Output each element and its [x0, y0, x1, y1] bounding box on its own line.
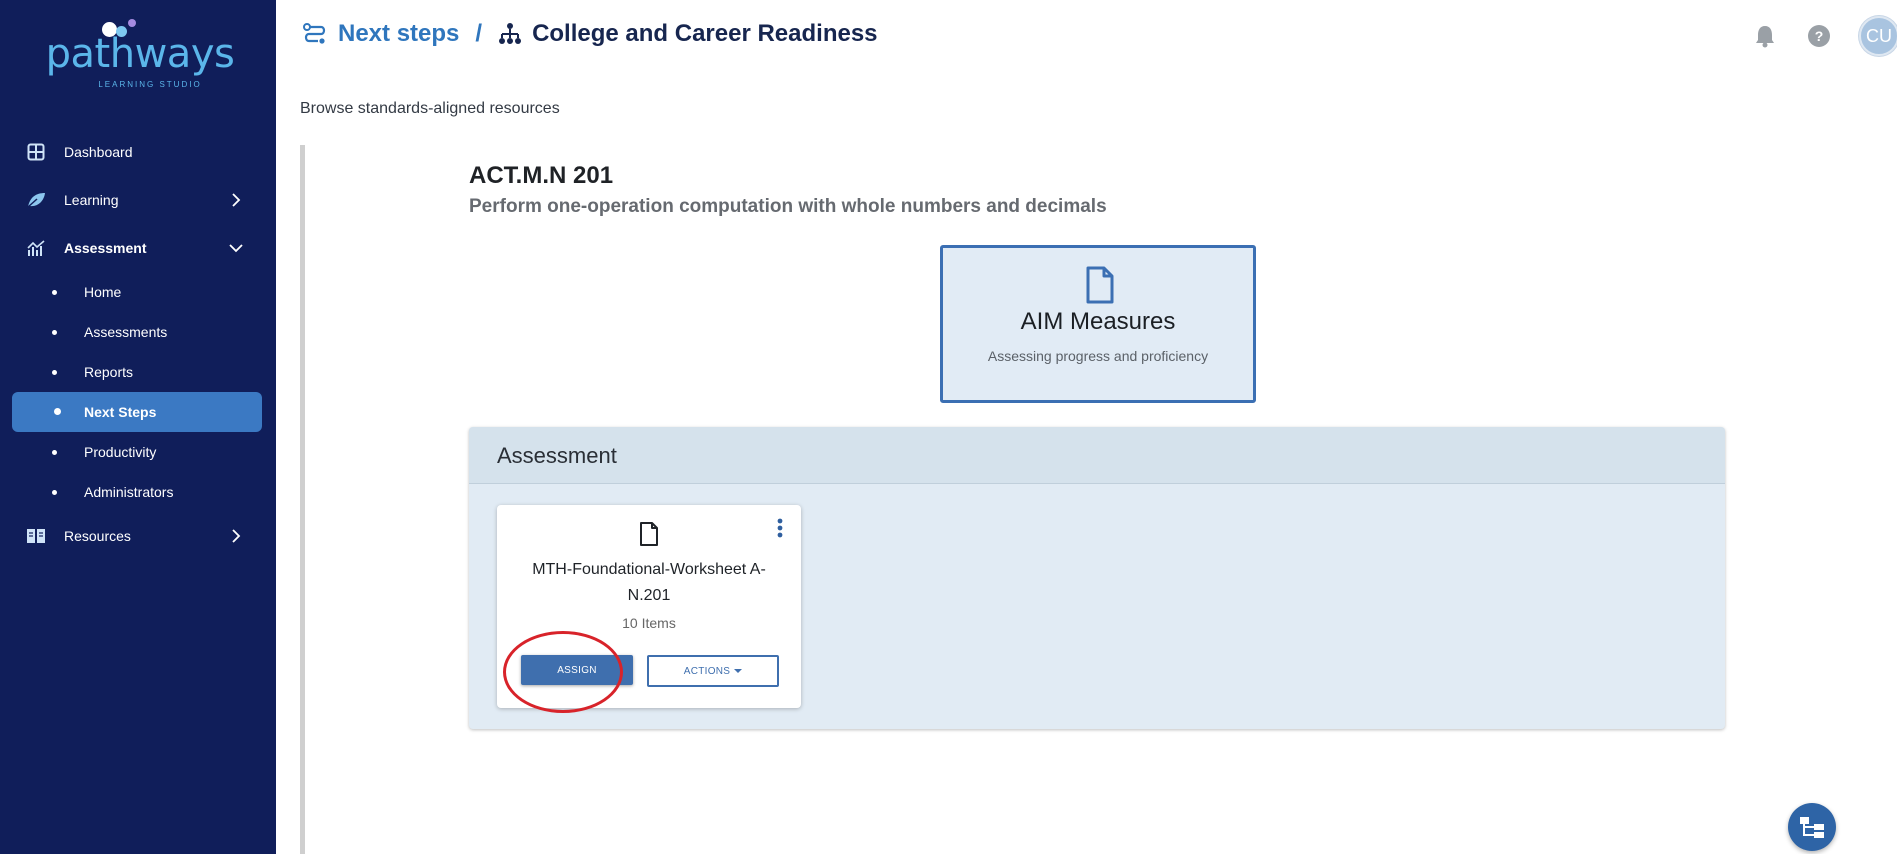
aim-measures-title: AIM Measures [1020, 308, 1176, 335]
sidebar-subitem-productivity[interactable]: Productivity [0, 432, 276, 472]
sitemap-icon [1800, 817, 1824, 838]
chevron-down-icon [229, 244, 243, 253]
breadcrumb: Next steps / College and Career Readines… [302, 18, 878, 50]
sidebar-item-label: Assessment [64, 240, 147, 256]
leaf-icon [26, 190, 46, 210]
sidebar-subitem-label: Home [84, 284, 122, 300]
sidebar-item-dashboard[interactable]: Dashboard [0, 128, 276, 176]
sitemap-fab-button[interactable] [1788, 803, 1836, 851]
actions-dropdown-button[interactable]: ACTIONS [647, 655, 779, 687]
sidebar-subitem-next-steps[interactable]: Next Steps [12, 392, 262, 432]
sidebar: pathways LEARNING STUDIO Dashboard Learn… [0, 0, 276, 854]
resource-name: MTH-Foundational-Worksheet A-N.201 [532, 561, 766, 604]
page-title: College and Career Readiness [532, 20, 878, 47]
sidebar-subitem-label: Next Steps [84, 404, 157, 420]
assessment-section-title: Assessment [497, 443, 617, 468]
bullet-icon [52, 370, 57, 375]
logo-tagline: LEARNING STUDIO [98, 80, 202, 89]
logo-wordmark: pathways [45, 31, 235, 77]
sidebar-item-learning[interactable]: Learning [0, 176, 276, 224]
grid-icon [26, 142, 46, 162]
bell-icon[interactable] [1751, 22, 1779, 50]
document-icon [640, 522, 658, 546]
chevron-right-icon [232, 529, 241, 543]
chart-icon [26, 238, 46, 258]
actions-button-label: ACTIONS [683, 665, 731, 677]
sidebar-item-label: Resources [64, 528, 131, 544]
avatar[interactable]: CU [1859, 16, 1897, 56]
sidebar-subitem-home[interactable]: Home [0, 272, 276, 312]
bullet-icon [54, 408, 61, 415]
page-subtitle: Browse standards-aligned resources [300, 100, 560, 117]
book-icon [26, 526, 46, 546]
bullet-icon [52, 330, 57, 335]
pathways-logo[interactable]: pathways LEARNING STUDIO [40, 14, 240, 89]
aim-measures-card[interactable]: AIM Measures Assessing progress and prof… [940, 245, 1256, 403]
resource-card: MTH-Foundational-Worksheet A-N.201 10 It… [497, 505, 801, 708]
hierarchy-icon [499, 23, 522, 44]
sidebar-subitem-administrators[interactable]: Administrators [0, 472, 276, 512]
sidebar-subitem-label: Productivity [84, 444, 157, 460]
help-icon[interactable]: ? [1805, 22, 1833, 50]
bullet-icon [52, 290, 57, 295]
standard-description: Perform one-operation computation with w… [469, 196, 1107, 217]
chevron-right-icon [232, 193, 241, 207]
sidebar-subitem-label: Assessments [84, 324, 168, 340]
caret-down-icon [734, 669, 743, 673]
top-header: Next steps / College and Career Readines… [276, 0, 1897, 70]
sidebar-item-label: Dashboard [64, 144, 133, 160]
assign-button-label: ASSIGN [557, 664, 597, 676]
standard-code: ACT.M.N 201 [469, 162, 614, 189]
document-icon [1086, 266, 1114, 304]
svg-text:?: ? [1815, 28, 1824, 44]
assign-button[interactable]: ASSIGN [521, 655, 633, 685]
sidebar-item-resources[interactable]: Resources [0, 512, 276, 560]
header-actions: ? CU [1725, 16, 1897, 56]
breadcrumb-separator: / [475, 20, 483, 47]
sidebar-subitem-label: Reports [84, 364, 134, 380]
sidebar-nav: Dashboard Learning Assessment Home Asses… [0, 128, 276, 560]
resource-item-count: 10 Items [622, 615, 676, 631]
sidebar-item-label: Learning [64, 192, 119, 208]
aim-measures-subtitle: Assessing progress and proficiency [987, 348, 1209, 364]
sidebar-subitem-assessments[interactable]: Assessments [0, 312, 276, 352]
bullet-icon [52, 450, 57, 455]
sidebar-subitem-label: Administrators [84, 484, 174, 500]
breadcrumb-next-steps-link[interactable]: Next steps [338, 20, 459, 48]
sidebar-item-assessment[interactable]: Assessment [0, 224, 276, 272]
bullet-icon [52, 490, 57, 495]
steps-icon [303, 23, 326, 44]
assessment-section-header: Assessment [469, 427, 1725, 484]
more-options-icon[interactable] [773, 517, 787, 539]
sidebar-subitem-reports[interactable]: Reports [0, 352, 276, 392]
